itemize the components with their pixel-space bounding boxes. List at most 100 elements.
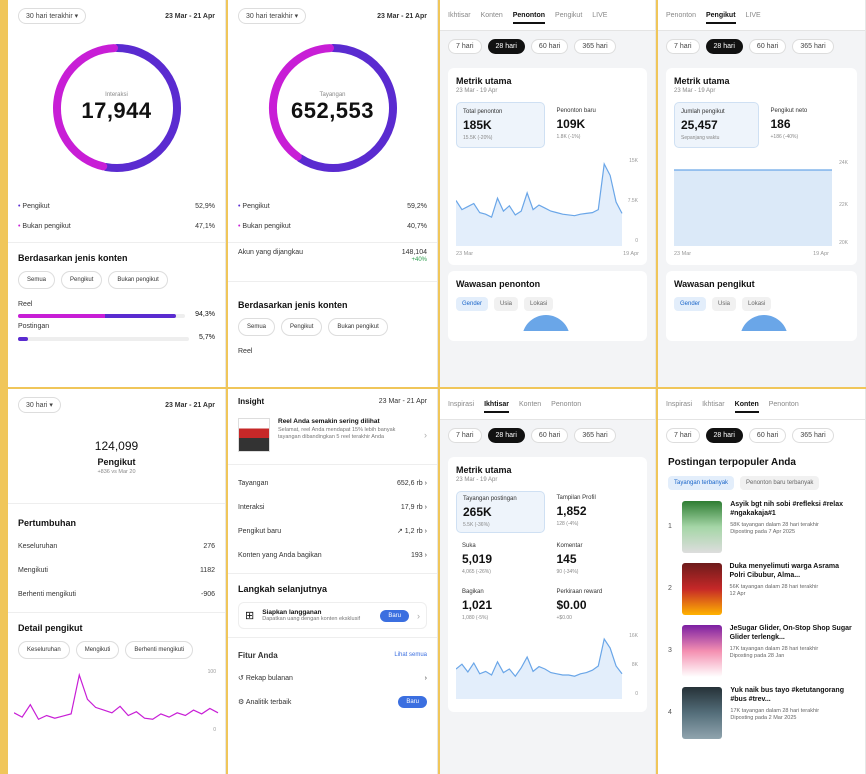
range-pill-0[interactable]: 7 hari (666, 39, 700, 54)
key-metrics-card: Metrik utama 23 Mar - 19 Apr Tayangan po… (448, 457, 647, 712)
new-badge-button[interactable]: Baru (398, 696, 427, 708)
tab-0[interactable]: Inspirasi (666, 401, 692, 413)
seg-gender[interactable]: Gender (674, 297, 707, 311)
post-thumbnail (682, 501, 723, 553)
stat-row[interactable]: Pengikut baru ↗ 1,2 rb › (228, 519, 437, 543)
range-selector[interactable]: 30 hari terakhir ▾ (18, 8, 87, 24)
next-title: Langkah selanjutnya (238, 584, 328, 594)
see-all-link[interactable]: Lihat semua (394, 652, 427, 658)
chip-nonfollowers[interactable]: Bukan pengikut (328, 318, 388, 336)
metric-new-audience[interactable]: Penonton baru 109K 1.8K (-1%) (551, 102, 640, 148)
chip-nonfollowers[interactable]: Bukan pengikut (108, 271, 168, 289)
metric-card[interactable]: Komentar 145 90 (-34%) (551, 539, 640, 579)
range-selector[interactable]: 30 hari ▾ (18, 397, 61, 413)
range-pill-1[interactable]: 28 hari (487, 39, 525, 54)
top-post-item[interactable]: 1 Asyik bgt nih sobi #refleksi #relax #n… (668, 496, 855, 558)
chip-unfollows[interactable]: Berhenti mengikuti (125, 641, 194, 659)
tab-4[interactable]: LIVE (592, 12, 607, 24)
tab-1[interactable]: Ikhtisar (702, 401, 725, 413)
y-tick-label: 100 (208, 669, 217, 675)
tab-3[interactable]: Pengikut (555, 12, 582, 24)
range-selector[interactable]: 30 hari terakhir ▾ (238, 8, 307, 24)
tab-2[interactable]: LIVE (746, 12, 761, 24)
range-pill-2[interactable]: 60 hari (530, 428, 569, 443)
chevron-right-icon: › (424, 479, 427, 487)
tab-2[interactable]: Konten (519, 401, 541, 413)
range-pill-2[interactable]: 60 hari (748, 428, 787, 443)
metric-card[interactable]: Tampilan Profil 1,852 128 (-4%) (551, 491, 640, 533)
range-pill-2[interactable]: 60 hari (748, 39, 787, 54)
seg-gender[interactable]: Gender (456, 297, 489, 311)
range-pill-2[interactable]: 60 hari (530, 39, 569, 54)
range-pill-1[interactable]: 28 hari (487, 428, 525, 443)
reel-bar (18, 313, 186, 318)
y-tick-label: 0 (635, 238, 638, 244)
range-pill-3[interactable]: 365 hari (574, 39, 616, 54)
seg-location[interactable]: Lokasi (742, 297, 772, 311)
tool-analytics[interactable]: ⚙ Analitik terbaik Baru (228, 690, 437, 714)
tab-1[interactable]: Ikhtisar (484, 401, 509, 413)
stat-row[interactable]: Tayangan 652,6 rb › (228, 471, 437, 495)
seg-age[interactable]: Usia (494, 297, 519, 311)
range-pill-3[interactable]: 365 hari (792, 39, 834, 54)
post-date: Diposting pada 28 Jan (729, 652, 785, 659)
tab-0[interactable]: Penonton (666, 12, 696, 24)
metric-total-audience[interactable]: Total penonton 185K 15.5K (-20%) (456, 102, 545, 148)
key-metrics-card: Metrik utama 23 Mar - 19 Apr Jumlah peng… (666, 68, 857, 265)
stat-row[interactable]: Konten yang Anda bagikan 193 › (228, 543, 437, 567)
tab-3[interactable]: Penonton (551, 401, 581, 413)
seg-most-new-audience[interactable]: Penonton baru terbanyak (740, 476, 820, 490)
metric-follower-count[interactable]: Jumlah pengikut 25,457 Sepanjang waktu (674, 102, 759, 148)
metric-card[interactable]: Suka 5,019 4,065 (-26%) (456, 539, 545, 579)
audience-line-chart: 15K 7.5K 0 (455, 158, 639, 246)
seg-age[interactable]: Usia (712, 297, 737, 311)
analytics-icon: ⚙ (238, 699, 245, 706)
tab-0[interactable]: Inspirasi (448, 401, 474, 413)
history-icon: ↺ (238, 675, 244, 682)
chart-area (456, 639, 622, 699)
top-post-item[interactable]: 3 JeSugar Glider, On-Stop Shop Sugar Gli… (668, 620, 855, 682)
tab-3[interactable]: Penonton (769, 401, 799, 413)
range-pill-0[interactable]: 7 hari (448, 39, 482, 54)
metric-net-followers[interactable]: Pengikut neto 186 +186 (-40%) (765, 102, 850, 148)
chip-followers[interactable]: Pengikut (281, 318, 323, 336)
tools-title: Fitur Anda (238, 650, 278, 660)
top-post-item[interactable]: 2 Duka menyelimuti warga Asrama Polri Ci… (668, 558, 855, 620)
metric-card[interactable]: Bagikan 1,021 1,080 (-5%) (456, 585, 545, 625)
post-title: Yuk naik bus tayo #ketutangorang #bus #t… (730, 687, 844, 703)
date-range: 23 Mar - 21 Apr (377, 12, 427, 20)
range-pill-0[interactable]: 7 hari (448, 428, 482, 443)
tab-2[interactable]: Penonton (512, 12, 546, 24)
seg-most-views[interactable]: Tayangan terbanyak (668, 476, 735, 490)
metric-card[interactable]: Tayangan postingan 265K 5.5K (-36%) (456, 491, 545, 533)
range-pill-3[interactable]: 365 hari (792, 428, 834, 443)
tab-0[interactable]: Ikhtisar (448, 12, 471, 24)
chip-followers[interactable]: Pengikut (61, 271, 103, 289)
stat-row[interactable]: Interaksi 17,9 rb › (228, 495, 437, 519)
card-subtitle: 23 Mar - 19 Apr (456, 88, 498, 94)
chip-overall[interactable]: Keseluruhan (18, 641, 70, 659)
range-pill-3[interactable]: 365 hari (574, 428, 616, 443)
tip-card[interactable]: Reel Anda semakin sering dilihat Selamat… (228, 414, 437, 456)
range-pill-1[interactable]: 28 hari (705, 428, 743, 443)
range-pill-0[interactable]: 7 hari (666, 428, 700, 443)
new-badge-button[interactable]: Baru (380, 609, 409, 622)
subscription-item[interactable]: ⊞ Siapkan langganan Dapatkan uang dengan… (238, 602, 427, 629)
metric-card[interactable]: Perkiraan reward $0.00 +$0.00 (551, 585, 640, 625)
tab-1[interactable]: Konten (481, 12, 503, 24)
y-tick-label: 0 (635, 691, 638, 697)
chip-follows[interactable]: Mengikuti (75, 641, 120, 659)
post-label: Postingan (18, 322, 50, 330)
seg-location[interactable]: Lokasi (524, 297, 554, 311)
tab-1[interactable]: Pengikut (705, 12, 736, 24)
section-title: Berdasarkan jenis konten (18, 253, 128, 263)
tab-2[interactable]: Konten (734, 401, 759, 413)
chip-all[interactable]: Semua (238, 318, 276, 336)
chip-all[interactable]: Semua (18, 271, 56, 289)
tool-recap[interactable]: ↺ Rekap bulanan › (228, 666, 437, 690)
y-tick-label: 7.5K (628, 198, 639, 204)
top-post-item[interactable]: 4 Yuk naik bus tayo #ketutangorang #bus … (668, 682, 855, 744)
post-title: Duka menyelimuti warga Asrama Polri Cibu… (729, 563, 839, 579)
range-pill-1[interactable]: 28 hari (705, 39, 743, 54)
audience-panel: Ikhtisar Konten Penonton Pengikut LIVE 7 har… (440, 0, 656, 387)
